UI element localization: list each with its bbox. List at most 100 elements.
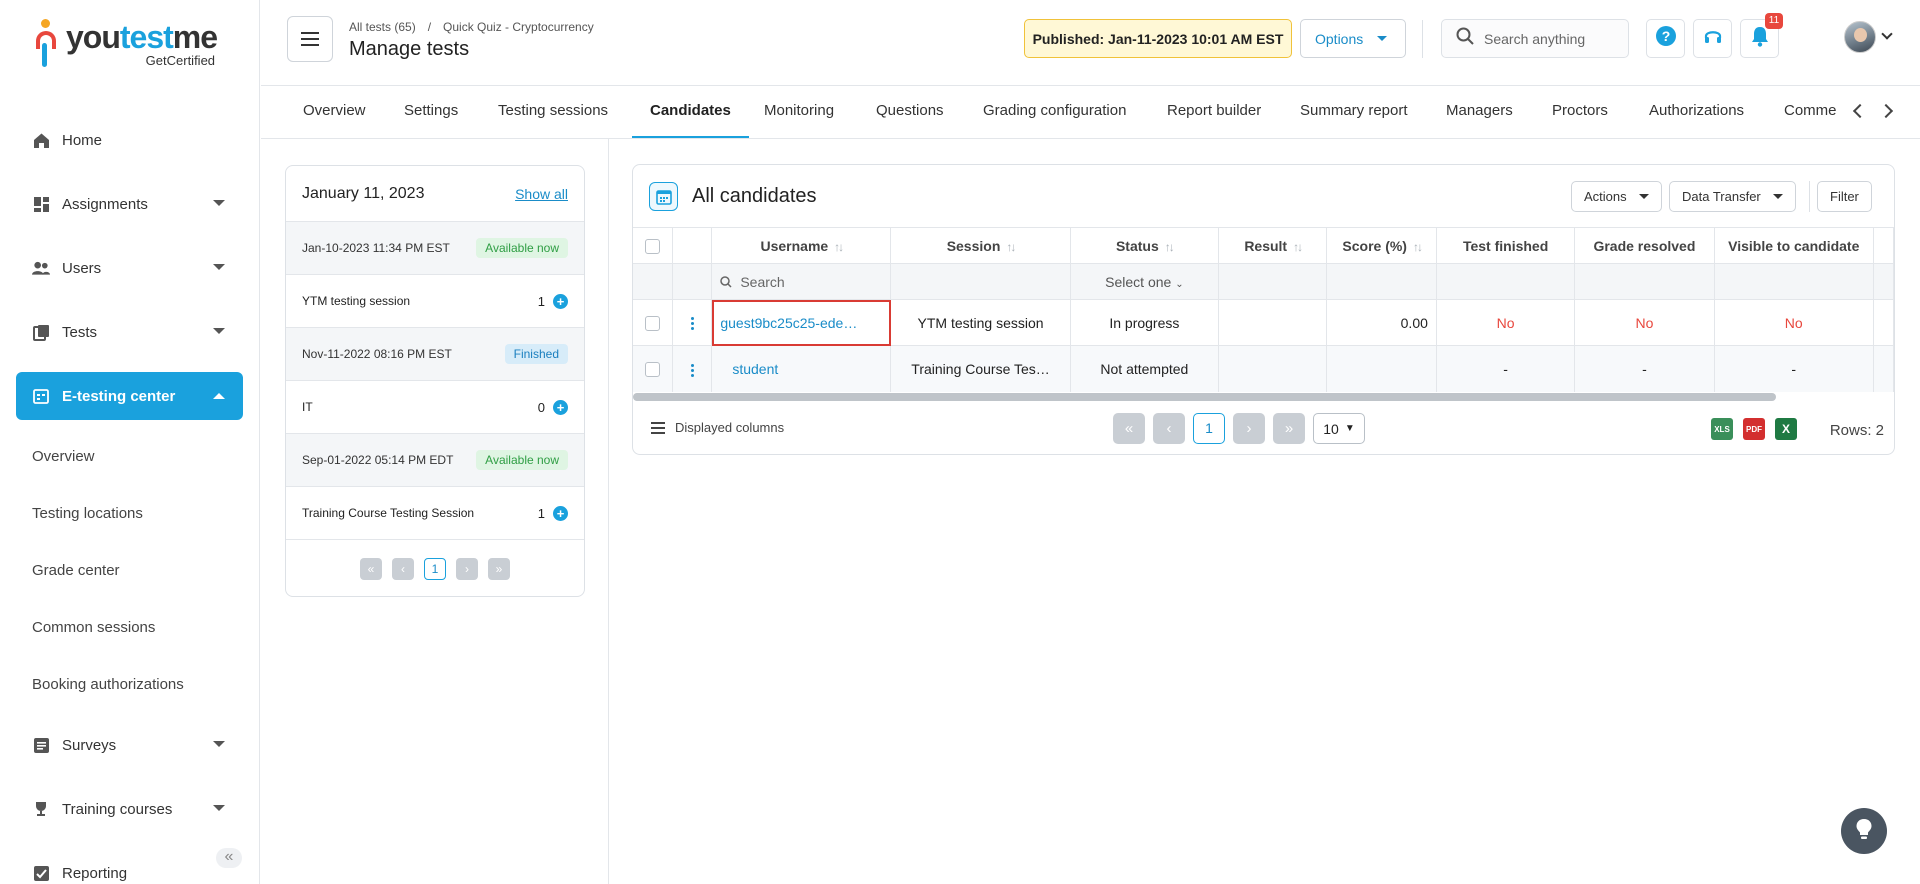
column-header-session[interactable]: Session ↑↓	[890, 227, 1071, 264]
last-page-button[interactable]: »	[488, 558, 510, 580]
sidebar-item-tests[interactable]: Tests	[0, 300, 259, 364]
last-page-button[interactable]: »	[1273, 413, 1305, 444]
chevron-left-icon[interactable]	[1852, 103, 1868, 119]
status-cell: In progress	[1070, 299, 1219, 346]
session-time-row[interactable]: Nov-11-2022 08:16 PM EST Finished	[286, 328, 584, 381]
global-search[interactable]	[1441, 19, 1629, 58]
horizontal-scrollbar[interactable]	[633, 393, 1776, 401]
sort-icon: ↑↓	[1006, 239, 1016, 254]
row-checkbox[interactable]	[645, 362, 661, 378]
table-row[interactable]: guest9bc25c25-ede… YTM testing session I…	[633, 299, 1894, 346]
row-checkbox[interactable]	[645, 315, 661, 331]
sidebar-item-label: Surveys	[62, 736, 117, 754]
add-candidate-icon[interactable]: +	[553, 505, 568, 521]
options-dropdown-button[interactable]: Options	[1300, 19, 1406, 58]
notifications-button[interactable]: 11	[1740, 13, 1783, 58]
column-header-result[interactable]: Result ↑↓	[1218, 227, 1328, 264]
prev-page-button[interactable]: ‹	[392, 558, 414, 580]
sidebar-item-e-testing-center[interactable]: E-testing center	[16, 372, 243, 420]
tab-settings[interactable]: Settings	[404, 86, 458, 138]
session-name-row[interactable]: YTM testing session 1 +	[286, 275, 584, 328]
show-all-link[interactable]: Show all	[515, 186, 568, 202]
prev-page-button[interactable]: ‹	[1153, 413, 1185, 444]
help-button[interactable]: ?	[1646, 19, 1685, 58]
current-page-button[interactable]: 1	[1193, 413, 1225, 444]
username-filter-input[interactable]: Search	[740, 274, 784, 290]
add-candidate-icon[interactable]: +	[553, 293, 568, 309]
first-page-button[interactable]: «	[360, 558, 382, 580]
avatar[interactable]	[1844, 21, 1876, 53]
tab-authorizations[interactable]: Authorizations	[1649, 86, 1744, 138]
sidebar-item-surveys[interactable]: Surveys	[0, 713, 259, 777]
export-xls-icon[interactable]: XLS	[1711, 418, 1733, 440]
support-button[interactable]	[1693, 19, 1732, 58]
sidebar-item-home[interactable]: Home	[0, 108, 259, 172]
filter-button[interactable]: Filter	[1817, 181, 1872, 212]
column-header-status[interactable]: Status ↑↓	[1070, 227, 1219, 264]
status-badge: Available now	[476, 450, 568, 470]
tab-candidates[interactable]: Candidates	[632, 86, 749, 138]
subnav-item-overview[interactable]: Overview	[0, 428, 259, 485]
chevron-right-icon[interactable]	[1878, 103, 1894, 119]
tab-questions[interactable]: Questions	[876, 86, 944, 138]
column-header-score[interactable]: Score (%) ↑↓	[1326, 227, 1437, 264]
caret-down-icon	[1377, 36, 1388, 41]
tab-grading-configuration[interactable]: Grading configuration	[983, 86, 1126, 138]
tab-comments[interactable]: Comme	[1784, 86, 1846, 138]
tab-managers[interactable]: Managers	[1446, 86, 1513, 138]
chevron-up-icon	[213, 393, 225, 399]
current-page-button[interactable]: 1	[424, 558, 446, 580]
row-menu-icon[interactable]	[690, 363, 694, 377]
export-icons: XLS PDF X	[1711, 418, 1797, 440]
logo[interactable]: youtestme GetCertified	[34, 18, 218, 70]
tab-monitoring[interactable]: Monitoring	[764, 86, 834, 138]
column-header-grade-resolved[interactable]: Grade resolved	[1574, 227, 1715, 264]
displayed-columns-button[interactable]: Displayed columns	[651, 420, 784, 435]
hamburger-menu-button[interactable]	[287, 16, 333, 62]
table-row[interactable]: student Training Course Tes… Not attempt…	[633, 345, 1894, 392]
status-filter-cell[interactable]: Select one ⌄	[1070, 263, 1219, 300]
per-page-select[interactable]: 10 ▼	[1313, 413, 1365, 444]
session-time-row[interactable]: Jan-10-2023 11:34 PM EST Available now	[286, 222, 584, 275]
chevron-down-icon[interactable]	[1881, 28, 1893, 40]
session-time-row[interactable]: Sep-01-2022 05:14 PM EDT Available now	[286, 434, 584, 487]
breadcrumb-current-test[interactable]: Quick Quiz - Cryptocurrency	[443, 20, 594, 34]
row-menu-icon[interactable]	[690, 317, 694, 331]
column-header-username[interactable]: Username ↑↓	[711, 227, 892, 264]
data-transfer-dropdown-button[interactable]: Data Transfer	[1669, 181, 1796, 212]
subnav-item-booking-authorizations[interactable]: Booking authorizations	[0, 656, 259, 713]
next-page-button[interactable]: ›	[456, 558, 478, 580]
first-page-button[interactable]: «	[1113, 413, 1145, 444]
lightbulb-help-button[interactable]	[1841, 808, 1887, 854]
tab-testing-sessions[interactable]: Testing sessions	[498, 86, 608, 138]
session-name-row[interactable]: IT 0 +	[286, 381, 584, 434]
breadcrumb-all-tests[interactable]: All tests (65)	[349, 20, 416, 34]
collapse-sidebar-button[interactable]: «	[216, 848, 242, 868]
username-cell-link[interactable]: guest9bc25c25-ede…	[711, 299, 892, 346]
sidebar-item-assignments[interactable]: Assignments	[0, 172, 259, 236]
status-filter-select[interactable]: Select one	[1105, 274, 1171, 290]
export-pdf-icon[interactable]: PDF	[1743, 418, 1765, 440]
tab-overview[interactable]: Overview	[303, 86, 366, 138]
sidebar-item-users[interactable]: Users	[0, 236, 259, 300]
select-all-checkbox[interactable]	[645, 238, 661, 254]
export-excel-icon[interactable]: X	[1775, 418, 1797, 440]
session-cell: YTM testing session	[890, 299, 1071, 346]
tab-report-builder[interactable]: Report builder	[1167, 86, 1261, 138]
sidebar-item-training-courses[interactable]: Training courses	[0, 777, 259, 841]
subnav-item-testing-locations[interactable]: Testing locations	[0, 485, 259, 542]
subnav-item-grade-center[interactable]: Grade center	[0, 542, 259, 599]
sidebar-item-label: Assignments	[62, 195, 148, 213]
column-header-visible-to-candidate[interactable]: Visible to candidate	[1714, 227, 1875, 264]
tab-summary-report[interactable]: Summary report	[1300, 86, 1408, 138]
username-filter-cell[interactable]: Search	[711, 263, 892, 300]
add-candidate-icon[interactable]: +	[553, 399, 568, 415]
search-input[interactable]	[1484, 30, 1624, 47]
tab-proctors[interactable]: Proctors	[1552, 86, 1608, 138]
column-header-test-finished[interactable]: Test finished	[1436, 227, 1576, 264]
actions-dropdown-button[interactable]: Actions	[1571, 181, 1662, 212]
subnav-item-common-sessions[interactable]: Common sessions	[0, 599, 259, 656]
username-cell-link[interactable]: student	[711, 345, 892, 392]
session-name-row[interactable]: Training Course Testing Session 1 +	[286, 487, 584, 540]
next-page-button[interactable]: ›	[1233, 413, 1265, 444]
